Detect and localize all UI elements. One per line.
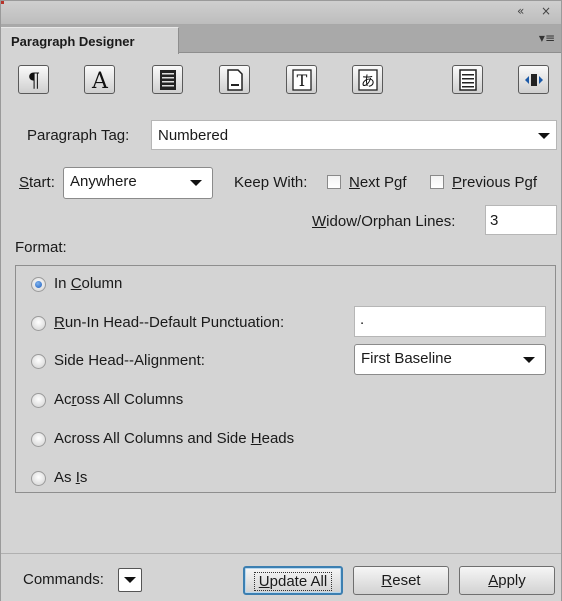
commands-bar: Commands: Update All Reset Apply [1,553,561,601]
paragraph-designer-panel: « × Paragraph Designer ▾≡ ¶ A T あ Paragr… [0,0,562,601]
asian-icon[interactable]: あ [352,65,383,94]
paragraph-tag-label: Paragraph Tag: [27,127,130,144]
format-radio-side-head[interactable] [31,354,46,369]
format-group: In Column Run-In Head--Default Punctuati… [15,265,556,493]
chevron-down-icon[interactable] [538,133,550,139]
chevron-down-icon[interactable] [523,357,535,363]
format-option-label: As Is [54,469,88,486]
panel-menu-icon[interactable]: ▾≡ [539,31,555,45]
widow-orphan-input[interactable]: 3 [485,205,557,235]
start-select[interactable]: Anywhere [63,167,213,199]
format-radio-across-all-columns[interactable] [31,393,46,408]
punctuation-value: . [360,311,365,328]
advanced-icon[interactable]: T [286,65,317,94]
keep-with-next-checkbox[interactable] [327,175,341,189]
close-icon[interactable]: × [541,4,551,18]
direction-icon[interactable] [518,65,549,94]
format-radio-as-is[interactable] [31,471,46,486]
start-label: Start: [19,174,55,191]
commands-menu-button[interactable] [118,568,142,592]
svg-text:¶: ¶ [27,69,40,91]
default-font-icon[interactable]: A [84,65,115,94]
title-bar: « × [1,1,561,25]
format-option-label: Across All Columns [54,391,184,408]
tab-paragraph-designer[interactable]: Paragraph Designer [1,27,179,54]
start-value: Anywhere [70,173,137,190]
svg-text:T: T [296,71,307,90]
title-bar-marker [1,1,4,4]
chevron-down-icon [124,577,136,583]
chevron-down-icon[interactable] [190,180,202,186]
svg-text:A: A [91,69,109,91]
paragraph-tag-value: Numbered [158,127,229,144]
format-radio-run-in-head[interactable] [31,316,46,331]
tab-row: Paragraph Designer ▾≡ [1,25,561,54]
format-option-label: Run-In Head--Default Punctuation: [54,314,285,331]
format-option-label: In Column [54,275,123,292]
format-radio-in-column[interactable] [31,277,46,292]
basic-properties-icon[interactable]: ¶ [18,65,49,94]
table-cell-icon[interactable] [452,65,483,94]
apply-button[interactable]: Apply [459,566,555,595]
keep-with-previous-checkbox[interactable] [430,175,444,189]
side-head-alignment-select[interactable]: First Baseline [354,344,546,375]
svg-text:あ: あ [361,74,375,90]
commands-label: Commands: [23,571,104,588]
widow-orphan-label: Widow/Orphan Lines: [312,213,456,230]
keep-with-next-label: Next Pgf [349,174,407,191]
numbering-icon[interactable] [219,65,250,94]
collapse-icon[interactable]: « [517,4,524,18]
keep-with-label: Keep With: [234,174,308,191]
format-label: Format: [15,239,67,256]
update-all-button[interactable]: Update All [243,566,343,595]
punctuation-input[interactable]: . [354,306,546,337]
format-option-label: Side Head--Alignment: [54,352,205,369]
keep-with-previous-label: Previous Pgf [452,174,538,191]
widow-orphan-value: 3 [490,212,499,229]
reset-button[interactable]: Reset [353,566,449,595]
paragraph-tag-select[interactable]: Numbered [151,120,557,150]
format-radio-across-all-columns-side-heads[interactable] [31,432,46,447]
property-group-toolbar: ¶ A T あ [1,54,561,104]
pagination-icon[interactable] [152,65,183,94]
alignment-value: First Baseline [361,350,452,367]
format-option-label: Across All Columns and Side Heads [54,430,295,447]
